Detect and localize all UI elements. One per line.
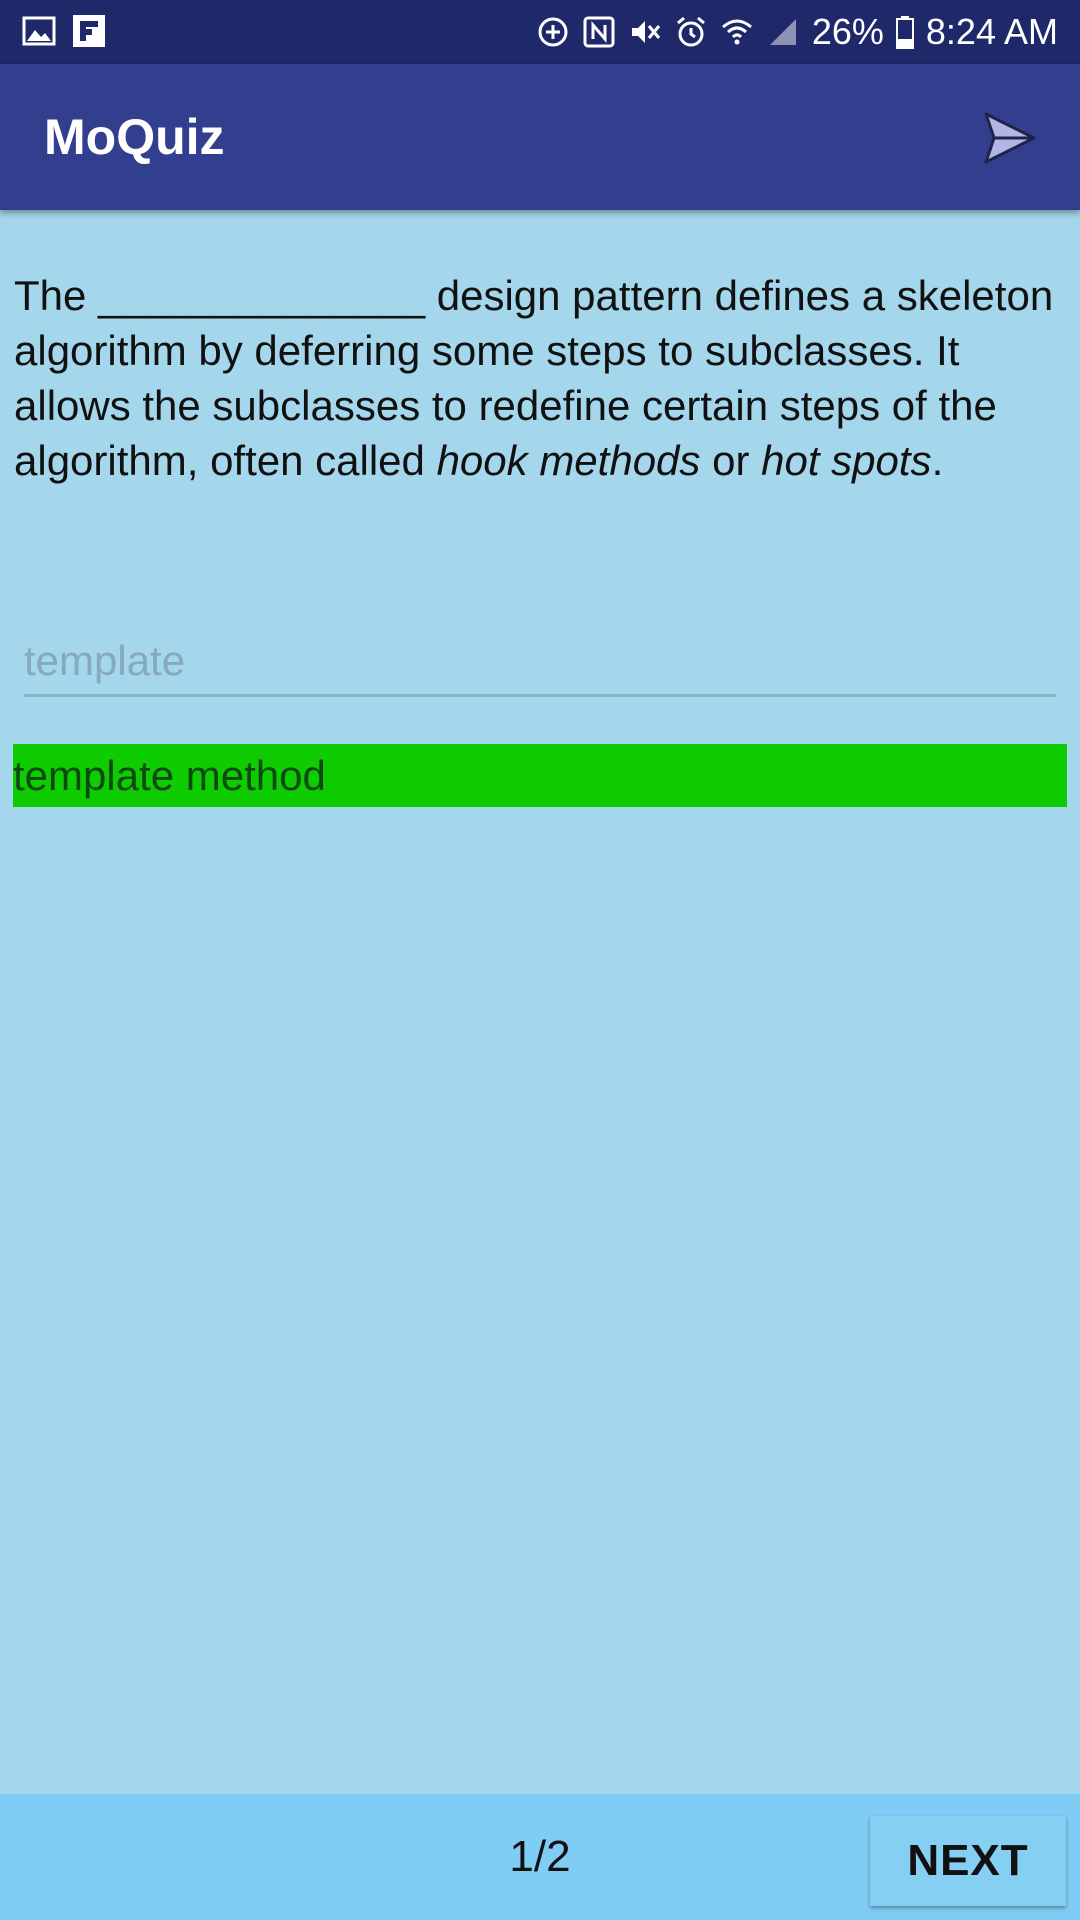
question-part-4: . — [931, 437, 944, 484]
battery-icon — [895, 16, 914, 49]
question-blank: ______________ — [98, 272, 426, 319]
status-bar-left — [22, 14, 106, 48]
data-saver-icon — [538, 17, 568, 47]
nfc-icon — [583, 16, 615, 48]
next-button[interactable]: NEXT — [870, 1816, 1066, 1906]
correct-answer-banner: template method — [13, 744, 1067, 807]
question-term-hook-methods: hook methods — [436, 437, 701, 484]
mute-icon — [631, 21, 660, 43]
app-title: MoQuiz — [44, 109, 225, 165]
question-part-1: The — [14, 272, 99, 319]
gallery-icon — [22, 16, 56, 46]
question-text: The ______________ design pattern define… — [14, 268, 1064, 488]
question-part-3: or — [700, 437, 762, 484]
app-bar: MoQuiz — [0, 64, 1080, 210]
question-term-hot-spots: hot spots — [761, 437, 932, 484]
send-icon[interactable] — [980, 108, 1040, 168]
flipboard-icon — [73, 15, 105, 47]
signal-icon — [769, 19, 796, 45]
clock: 8:24 AM — [925, 11, 1058, 52]
battery-percent: 26% — [811, 11, 884, 52]
answer-input[interactable] — [24, 628, 1056, 697]
wifi-icon — [721, 19, 752, 45]
status-bar: 26% 8:24 AM — [0, 0, 1080, 64]
status-bar-right: 26% 8:24 AM — [536, 0, 1058, 64]
alarm-icon — [676, 16, 705, 47]
bottom-bar: 1/2 NEXT — [0, 1794, 1080, 1920]
